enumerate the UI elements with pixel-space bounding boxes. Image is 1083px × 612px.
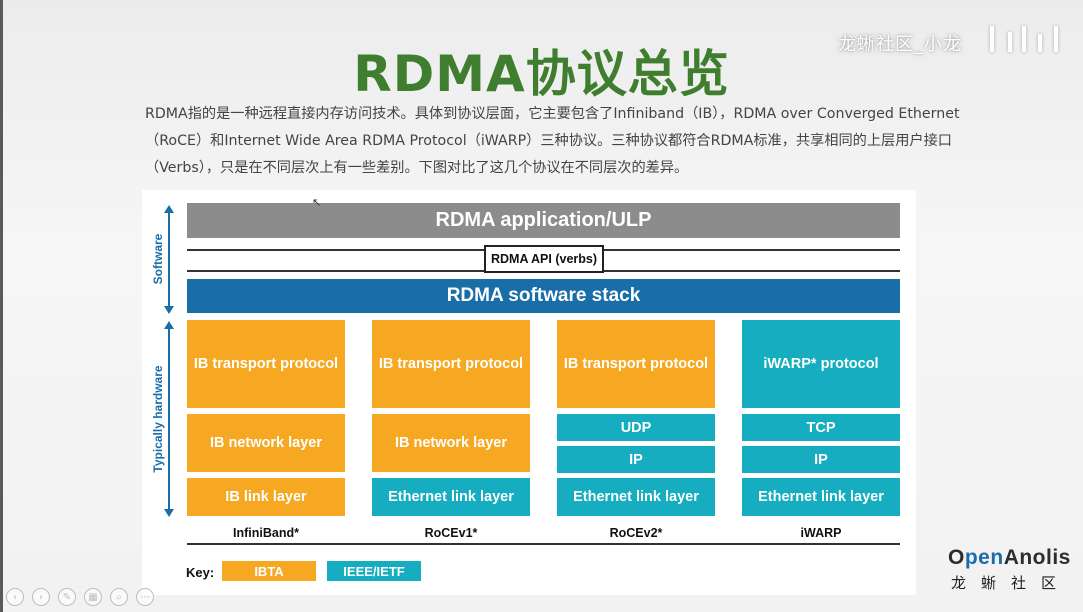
software-label: Software [151, 233, 165, 285]
logo-prefix: O [948, 546, 965, 569]
key-ieee-ietf: IEEE/IETF [327, 561, 421, 581]
pen-icon[interactable]: ✎ [58, 588, 76, 606]
rdma-application-bar: RDMA application/ULP [187, 203, 900, 238]
iwarp-tcp-cell: TCP [742, 414, 900, 441]
ib-network-cell: IB network layer [187, 414, 345, 472]
column-name-rocev2: RoCEv2* [609, 526, 663, 540]
iwarp-ip-cell: IP [742, 446, 900, 473]
prev-icon[interactable]: ‹ [6, 588, 24, 606]
hardware-label: Typically hardware [151, 365, 165, 473]
ib-transport-cell: IB transport protocol [187, 320, 345, 408]
key-ibta: IBTA [222, 561, 316, 581]
ib-link-cell: IB link layer [187, 478, 345, 516]
iwarp-link-cell: Ethernet link layer [742, 478, 900, 516]
rocev2-ip-cell: IP [557, 446, 715, 473]
hardware-bracket-line [168, 328, 170, 510]
key-label: Key: [186, 565, 215, 580]
iwarp-protocol-cell: iWARP* protocol [742, 320, 900, 408]
zoom-icon[interactable]: ⌕ [110, 588, 128, 606]
diagram-baseline [187, 543, 900, 545]
rocev2-link-cell: Ethernet link layer [557, 478, 715, 516]
column-name-iwarp: iWARP [800, 526, 842, 540]
rocev2-udp-cell: UDP [557, 414, 715, 441]
rocev1-link-cell: Ethernet link layer [372, 478, 530, 516]
column-name-infiniband: InfiniBand* [233, 526, 299, 540]
logo-subtitle: 龙蜥社区 [951, 574, 1072, 592]
column-name-rocev1: RoCEv1* [424, 526, 478, 540]
logo-suffix: Anolis [1003, 546, 1071, 569]
presentation-toolbar: ‹ › ✎ ▦ ⌕ ⋯ [6, 588, 154, 606]
logo-accent: pen [964, 546, 1004, 569]
software-arrow-down [164, 306, 174, 314]
next-icon[interactable]: › [32, 588, 50, 606]
hardware-arrow-down [164, 509, 174, 517]
slides-icon[interactable]: ▦ [84, 588, 102, 606]
rocev2-transport-cell: IB transport protocol [557, 320, 715, 408]
logo-wordmark: OpenAnolis [948, 546, 1071, 570]
software-bracket-line [168, 212, 170, 307]
rocev1-network-cell: IB network layer [372, 414, 530, 472]
openanolis-logo: OpenAnolis 龙蜥社区 [948, 546, 1071, 593]
rdma-api-box: RDMA API (verbs) [484, 245, 604, 273]
more-icon[interactable]: ⋯ [136, 588, 154, 606]
slide-intro-text: RDMA指的是一种远程直接内存访问技术。具体到协议层面，它主要包含了Infini… [145, 106, 960, 176]
slide-title: RDMA协议总览 [353, 45, 730, 103]
rocev1-transport-cell: IB transport protocol [372, 320, 530, 408]
rdma-software-stack-bar: RDMA software stack [187, 279, 900, 313]
mouse-cursor-icon: ↖ [312, 196, 322, 209]
rdma-protocol-diagram: Software Typically hardware RDMA applica… [142, 190, 916, 595]
